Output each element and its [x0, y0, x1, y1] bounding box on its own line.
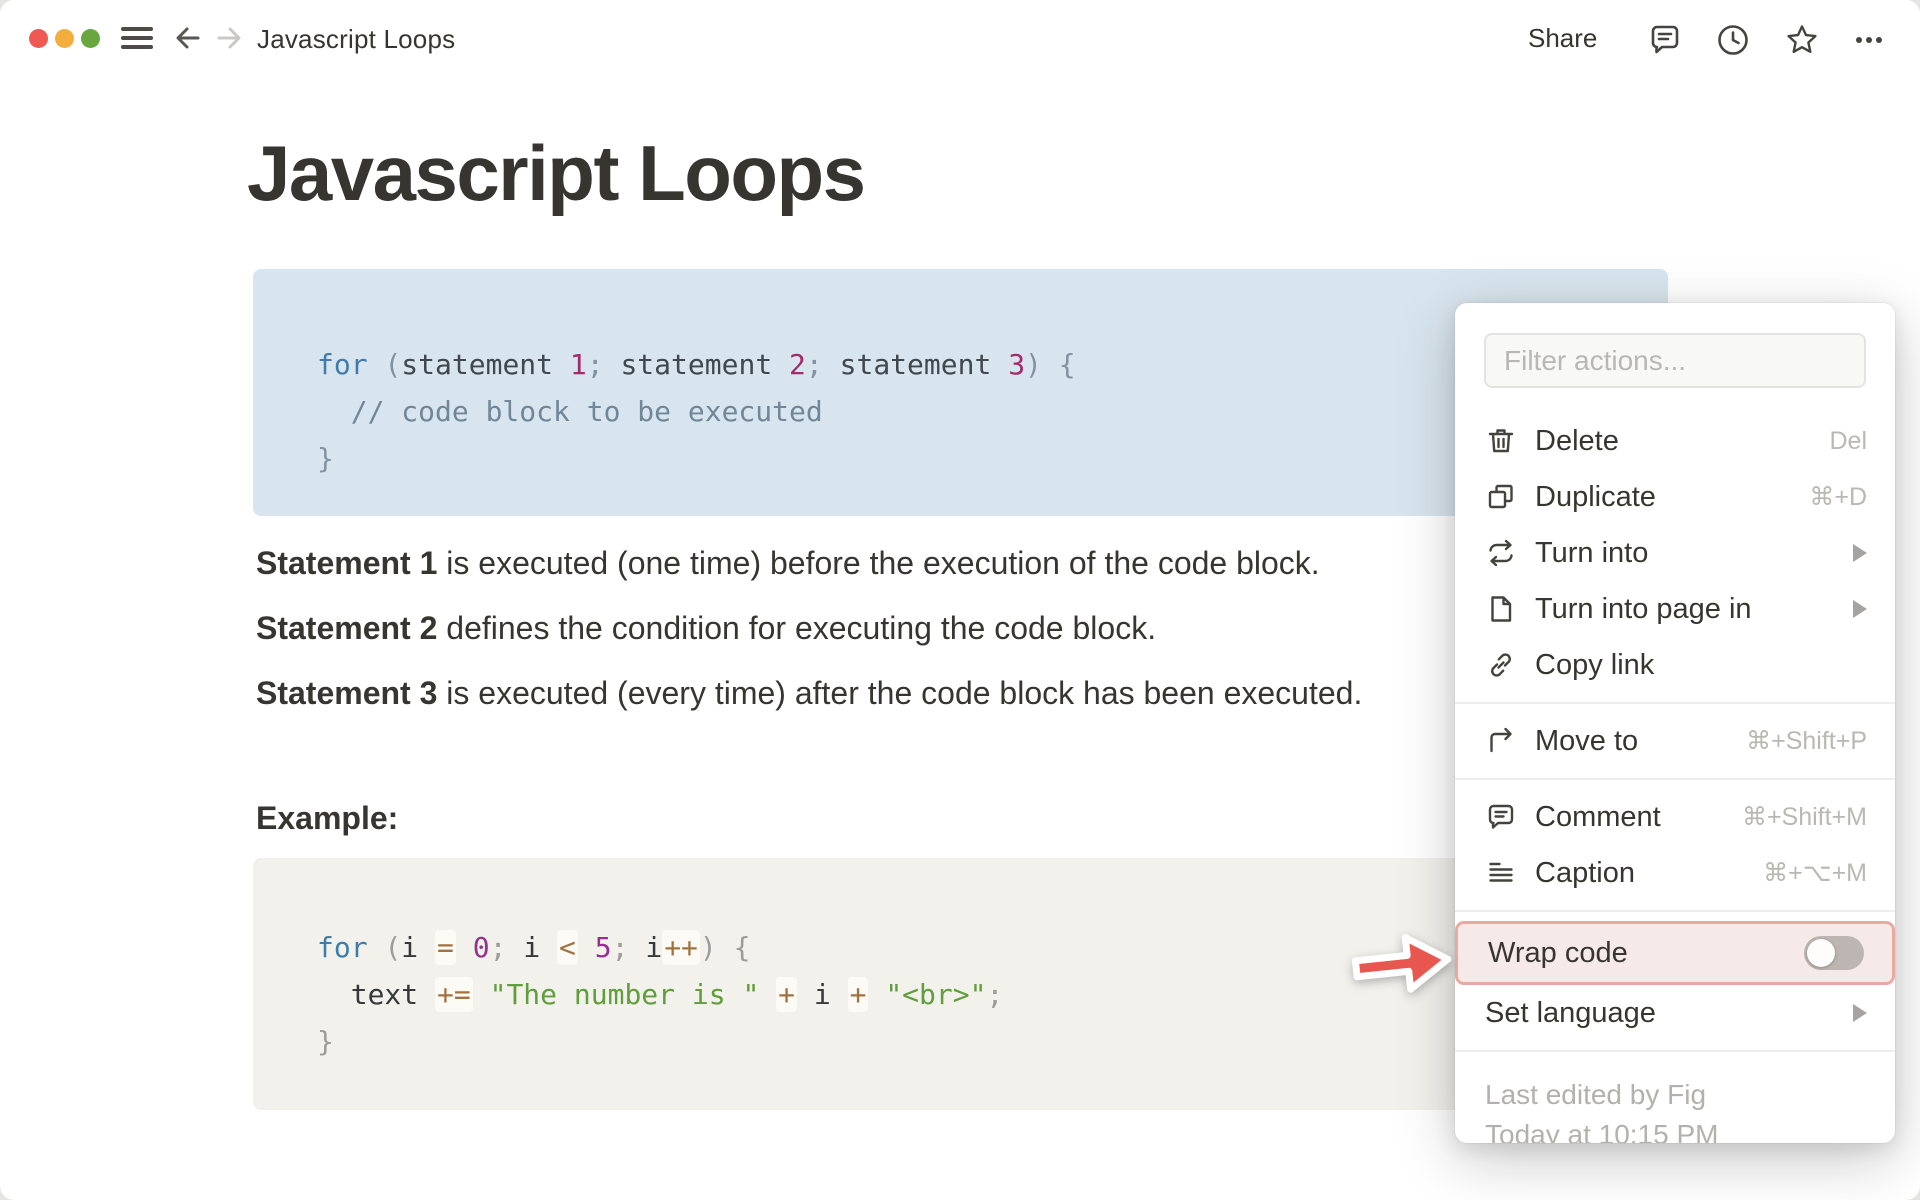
- menu-item-duplicate[interactable]: Duplicate ⌘+D: [1455, 469, 1895, 525]
- menu-footer: Last edited by Fig Today at 10:15 PM: [1455, 1061, 1895, 1143]
- statement-3-text: is executed (every time) after the code …: [437, 675, 1363, 711]
- menu-item-label: Turn into: [1535, 536, 1649, 569]
- paragraph-statement-2: Statement 2 defines the condition for ex…: [256, 610, 1156, 647]
- forward-arrow-icon[interactable]: [213, 22, 245, 54]
- window-controls: [29, 29, 100, 48]
- example-heading: Example:: [256, 800, 399, 836]
- more-options-icon[interactable]: [1850, 21, 1888, 59]
- menu-item-turn-into-page-in[interactable]: Turn into page in: [1455, 581, 1895, 637]
- menu-item-shortcut: ⌘+Shift+M: [1741, 803, 1867, 831]
- sidebar-menu-icon[interactable]: [121, 25, 153, 51]
- statement-1-bold: Statement 1: [256, 545, 438, 581]
- share-button[interactable]: Share: [1528, 23, 1597, 54]
- menu-item-label: Turn into page in: [1535, 592, 1752, 625]
- statement-2-bold: Statement 2: [256, 610, 438, 646]
- back-arrow-icon[interactable]: [172, 22, 204, 54]
- menu-items: Delete Del Duplicate ⌘+D Turn into Turn into …: [1455, 413, 1895, 1143]
- menu-item-label: Comment: [1535, 800, 1661, 833]
- toggle-knob: [1807, 939, 1835, 967]
- trash-icon: [1488, 429, 1514, 453]
- menu-item-label: Delete: [1535, 424, 1619, 457]
- move-to-icon: [1490, 727, 1512, 753]
- paragraph-statement-1: Statement 1 is executed (one time) befor…: [256, 545, 1320, 582]
- menu-item-label: Duplicate: [1535, 480, 1656, 513]
- menu-item-delete[interactable]: Delete Del: [1455, 413, 1895, 469]
- wrap-code-toggle[interactable]: [1804, 936, 1864, 970]
- menu-item-shortcut: ⌘+Shift+P: [1746, 727, 1867, 755]
- duplicate-icon: [1488, 484, 1513, 509]
- menu-item-wrap-code[interactable]: Wrap code: [1455, 921, 1895, 985]
- comment-icon: [1488, 804, 1514, 829]
- menu-divider: [1455, 702, 1895, 704]
- filter-actions-input[interactable]: [1484, 333, 1866, 388]
- menu-item-comment[interactable]: Comment ⌘+Shift+M: [1455, 789, 1895, 845]
- top-bar: Javascript Loops Share: [0, 0, 1920, 76]
- statement-2-text: defines the condition for executing the …: [437, 610, 1157, 646]
- menu-item-move-to[interactable]: Move to ⌘+Shift+P: [1455, 713, 1895, 769]
- submenu-arrow-icon: [1853, 600, 1867, 618]
- menu-item-label: Wrap code: [1488, 936, 1628, 969]
- block-context-menu: Delete Del Duplicate ⌘+D Turn into Turn into …: [1455, 303, 1895, 1143]
- menu-item-shortcut: ⌘+D: [1809, 483, 1867, 511]
- menu-item-copy-link[interactable]: Copy link: [1455, 637, 1895, 693]
- favorite-star-icon[interactable]: [1783, 21, 1821, 59]
- app-window: Javascript Loops Share Javascript Loops …: [0, 0, 1920, 1200]
- statement-1-text: is executed (one time) before the execut…: [437, 545, 1320, 581]
- menu-item-shortcut: ⌘+⌥+M: [1763, 859, 1867, 887]
- turn-into-icon: [1489, 539, 1513, 567]
- last-edited-by-text: Last edited by Fig: [1485, 1079, 1707, 1110]
- caption-icon: [1489, 862, 1513, 882]
- menu-item-caption[interactable]: Caption ⌘+⌥+M: [1455, 845, 1895, 901]
- menu-item-shortcut: Del: [1829, 426, 1867, 455]
- close-window-button[interactable]: [29, 29, 48, 48]
- menu-divider: [1455, 1050, 1895, 1052]
- submenu-arrow-icon: [1853, 544, 1867, 562]
- zoom-window-button[interactable]: [81, 29, 100, 48]
- history-clock-icon[interactable]: [1714, 21, 1752, 59]
- breadcrumb-page-title[interactable]: Javascript Loops: [257, 24, 455, 55]
- menu-item-label: Set language: [1485, 996, 1656, 1029]
- annotation-arrow-icon: [1351, 934, 1452, 993]
- minimize-window-button[interactable]: [55, 29, 74, 48]
- menu-divider: [1455, 910, 1895, 912]
- page-icon: [1491, 596, 1512, 622]
- menu-item-label: Move to: [1535, 724, 1639, 757]
- menu-item-turn-into[interactable]: Turn into: [1455, 525, 1895, 581]
- paragraph-statement-3: Statement 3 is executed (every time) aft…: [256, 675, 1362, 712]
- comments-icon[interactable]: [1646, 21, 1684, 59]
- submenu-arrow-icon: [1853, 1004, 1867, 1022]
- menu-divider: [1455, 778, 1895, 780]
- link-icon: [1491, 653, 1511, 677]
- menu-item-label: Caption: [1535, 856, 1635, 889]
- statement-3-bold: Statement 3: [256, 675, 438, 711]
- menu-item-set-language[interactable]: Set language: [1455, 985, 1895, 1041]
- last-edited-time-text: Today at 10:15 PM: [1485, 1119, 1719, 1143]
- menu-item-label: Copy link: [1535, 648, 1655, 681]
- page-title: Javascript Loops: [247, 129, 866, 217]
